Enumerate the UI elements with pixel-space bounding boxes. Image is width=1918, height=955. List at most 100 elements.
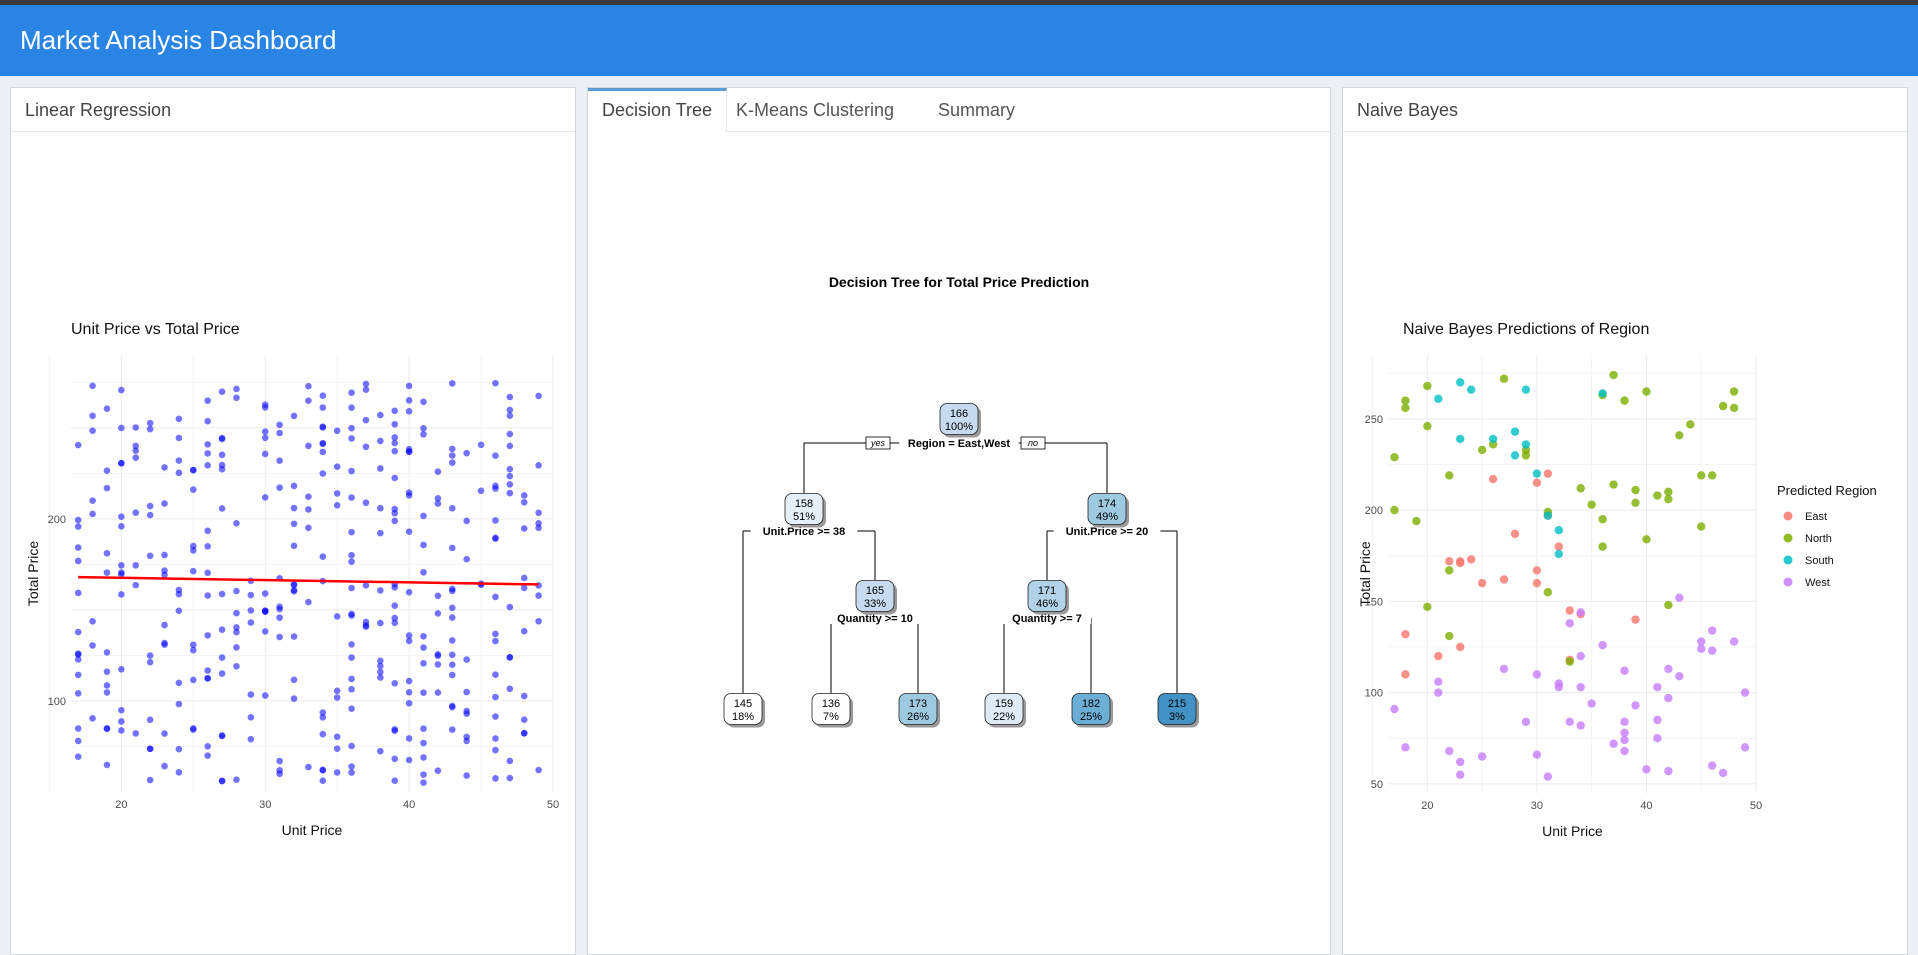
data-point <box>74 544 82 551</box>
legend-swatch-west <box>1783 577 1793 587</box>
data-point <box>463 555 470 563</box>
data-point <box>118 727 125 734</box>
data-point-south <box>1554 549 1564 559</box>
data-point-west <box>1740 743 1750 752</box>
legend-swatch-south <box>1783 555 1793 565</box>
data-point <box>448 614 456 621</box>
data-point <box>535 462 542 469</box>
data-point <box>377 411 384 419</box>
tab-decision-tree[interactable]: Decision Tree <box>588 88 728 132</box>
data-point <box>319 709 327 716</box>
data-point <box>477 487 485 495</box>
data-point <box>146 502 154 510</box>
data-point <box>535 617 542 625</box>
y-tick-label: 200 <box>48 514 66 526</box>
data-point <box>276 633 283 641</box>
data-point-west <box>1620 728 1629 737</box>
data-point <box>405 408 413 415</box>
data-point-west <box>1740 688 1750 697</box>
data-point <box>118 386 125 394</box>
tabbed-panel: Decision Tree K-Means Clustering Summary… <box>587 87 1331 955</box>
data-point <box>492 746 499 754</box>
data-point <box>434 767 442 774</box>
data-point <box>391 439 399 447</box>
data-point <box>290 581 298 588</box>
data-point <box>204 462 211 469</box>
data-point <box>391 474 399 482</box>
data-point-north <box>1609 370 1618 380</box>
data-point <box>492 735 499 742</box>
data-point <box>146 552 154 560</box>
data-point <box>420 541 427 549</box>
data-point <box>218 505 226 512</box>
data-point <box>103 649 111 656</box>
data-point <box>420 644 427 651</box>
data-point <box>520 692 528 700</box>
data-point <box>520 716 528 723</box>
data-point <box>175 769 183 776</box>
data-point <box>420 424 427 432</box>
panel-title: Linear Regression <box>25 100 172 120</box>
data-point <box>391 420 399 428</box>
data-point <box>448 459 456 466</box>
data-point <box>492 593 499 601</box>
data-point <box>377 662 384 670</box>
data-point-east <box>1532 478 1542 487</box>
data-point-east <box>1488 474 1498 484</box>
data-point-west <box>1554 679 1564 688</box>
node-percent: 7% <box>823 711 839 723</box>
data-point-west <box>1565 717 1574 727</box>
data-point <box>319 448 327 456</box>
data-point-north <box>1675 431 1684 440</box>
data-point <box>161 567 168 574</box>
data-point <box>103 549 111 557</box>
tab-summary[interactable]: Summary <box>924 88 1029 131</box>
data-point <box>319 553 327 560</box>
data-point <box>276 614 283 621</box>
data-point-west <box>1445 746 1454 756</box>
data-point-north <box>1598 542 1607 551</box>
data-point-west <box>1707 761 1717 770</box>
data-point <box>448 671 456 679</box>
data-point <box>492 637 499 645</box>
y-axis-label: Total Price <box>25 541 41 607</box>
data-point <box>348 424 355 432</box>
y-tick-label: 50 <box>1371 779 1383 791</box>
data-point <box>233 644 240 651</box>
data-point <box>276 421 283 429</box>
data-point <box>175 700 183 708</box>
data-point <box>247 735 255 743</box>
data-point-east <box>1401 630 1410 639</box>
data-point <box>348 528 355 536</box>
data-point <box>74 671 82 679</box>
data-point <box>492 379 499 387</box>
data-point <box>405 688 413 696</box>
node-percent: 22% <box>993 711 1015 723</box>
data-point <box>74 725 82 732</box>
legend-label-west: West <box>1805 577 1830 589</box>
data-point <box>434 689 442 696</box>
data-point <box>391 755 399 763</box>
no-label: no <box>1028 438 1038 448</box>
data-point <box>118 562 125 569</box>
data-point <box>218 435 226 443</box>
data-point <box>204 397 211 404</box>
data-point <box>189 542 197 550</box>
data-point-north <box>1445 471 1454 480</box>
data-point-north <box>1642 535 1651 544</box>
data-point-west <box>1576 651 1585 661</box>
tab-k-means-clustering[interactable]: K-Means Clustering <box>722 88 908 131</box>
data-point <box>333 490 341 497</box>
data-point <box>290 482 298 490</box>
data-point <box>520 627 528 635</box>
data-point <box>261 494 269 501</box>
data-point <box>204 752 211 759</box>
data-point <box>89 642 96 649</box>
data-point <box>103 668 111 675</box>
data-point <box>434 500 442 507</box>
data-point <box>175 607 183 615</box>
data-point <box>362 622 370 629</box>
data-point <box>405 588 413 596</box>
data-point <box>434 610 442 617</box>
data-point <box>204 674 211 682</box>
